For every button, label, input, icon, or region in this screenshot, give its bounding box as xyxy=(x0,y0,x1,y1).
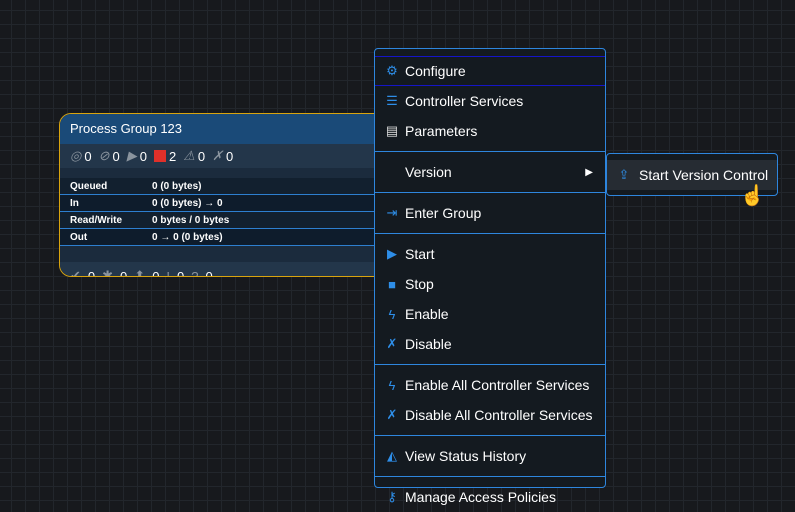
sign-in-icon: ⇥ xyxy=(386,205,398,220)
table-row: Queued 0 (0 bytes) xyxy=(60,178,398,195)
menu-item-access-policies[interactable]: ⚷ Manage Access Policies xyxy=(375,482,605,512)
menu-item-configure[interactable]: ⚙ Configure xyxy=(375,56,605,86)
menu-label: Version xyxy=(405,164,452,180)
row-value: 0 bytes / 0 bytes xyxy=(152,214,230,226)
menu-label: Controller Services xyxy=(405,93,524,109)
row-value: 0 (0 bytes) → 0 xyxy=(152,197,223,209)
menu-item-enable-all-cs[interactable]: ϟ Enable All Controller Services xyxy=(375,370,605,400)
stat-value: 0 xyxy=(84,148,92,164)
version-status-bar: ✔ 0 ✱ 0 ⬆ 0 ! 0 ? 0 xyxy=(60,262,398,277)
context-menu: ⚙ Configure ☰ Controller Services ▤ Paramet… xyxy=(374,48,606,505)
table-row: Out 0 → 0 (0 bytes) xyxy=(60,229,398,246)
menu-label: Parameters xyxy=(405,123,478,139)
stat-value: 0 xyxy=(225,148,234,164)
stat-value: 0 xyxy=(152,268,160,277)
row-value: 0 → 0 (0 bytes) xyxy=(152,231,223,243)
stop-icon: ■ xyxy=(388,276,396,292)
menu-label: Stop xyxy=(405,276,434,292)
menu-label: Configure xyxy=(405,63,466,79)
up-to-date-icon: ✔ xyxy=(70,268,81,277)
caret-right-icon: ▶ xyxy=(585,166,593,178)
list-icon: ☰ xyxy=(386,93,398,108)
menu-label: Enter Group xyxy=(405,205,482,221)
transmitting-icon: ◎ xyxy=(70,148,82,163)
stat-value: 0 xyxy=(197,148,206,164)
menu-item-controller-services[interactable]: ☰ Controller Services xyxy=(375,86,605,116)
unknown-icon: ? xyxy=(191,268,199,277)
process-group-title: Process Group 123 xyxy=(60,114,398,144)
flash-icon: ϟ xyxy=(388,306,396,322)
area-chart-icon: ◭ xyxy=(387,448,397,463)
disabled-icon: ✗ xyxy=(386,407,398,422)
menu-label: Start xyxy=(405,246,435,262)
stat-value: 0 xyxy=(120,268,128,277)
invalid-icon: ⚠ xyxy=(183,148,195,163)
menu-item-disable-all-cs[interactable]: ✗ Disable All Controller Services xyxy=(375,400,605,430)
not-transmitting-icon: ⊘ xyxy=(98,148,110,163)
menu-label: Enable xyxy=(405,306,449,322)
table-row: Read/Write 0 bytes / 0 bytes xyxy=(60,212,398,229)
disabled-icon: ✗ xyxy=(386,336,398,351)
locally-modified-icon: ✱ xyxy=(102,268,114,277)
menu-label: Manage Access Policies xyxy=(405,489,556,505)
sync-failure-icon: ! xyxy=(166,268,171,277)
stale-icon: ⬆ xyxy=(134,268,146,277)
running-icon: ▶ xyxy=(126,148,137,163)
stat-value: 0 xyxy=(139,148,147,164)
stat-value: 0 xyxy=(205,268,213,277)
stat-value: 0 xyxy=(177,268,185,277)
row-label: In xyxy=(70,197,79,209)
table-icon: ▤ xyxy=(385,123,399,138)
menu-label: Enable All Controller Services xyxy=(405,377,590,393)
menu-item-enter-group[interactable]: ⇥ Enter Group xyxy=(375,198,605,228)
menu-item-version[interactable]: Version ▶ xyxy=(375,157,605,187)
menu-item-parameters[interactable]: ▤ Parameters xyxy=(375,116,605,146)
stopped-icon xyxy=(153,150,166,162)
stats-table: Queued 0 (0 bytes) In 0 (0 bytes) → 0 Read… xyxy=(60,178,398,246)
menu-item-start[interactable]: ▶ Start xyxy=(375,239,605,269)
row-label: Read/Write xyxy=(70,214,123,226)
menu-item-enable[interactable]: ϟ Enable xyxy=(375,299,605,329)
stat-value: 2 xyxy=(168,148,177,164)
upload-icon: ⇪ xyxy=(618,167,630,182)
menu-label: Disable All Controller Services xyxy=(405,407,593,423)
menu-label: Start Version Control xyxy=(639,167,769,183)
menu-label: Disable xyxy=(405,336,452,352)
status-bar: ◎ 0 ⊘ 0 ▶ 0 2 ⚠ 0 ✗ 0 xyxy=(60,144,398,168)
disabled-icon: ✗ xyxy=(212,148,223,163)
hand-cursor-icon: ☝ xyxy=(740,185,765,207)
menu-item-stop[interactable]: ■ Stop xyxy=(375,269,605,299)
row-value: 0 (0 bytes) xyxy=(152,180,202,192)
stat-value: 0 xyxy=(87,268,96,277)
play-icon: ▶ xyxy=(387,246,397,261)
menu-label: View Status History xyxy=(405,448,527,464)
flash-icon: ϟ xyxy=(388,377,396,393)
process-group-node[interactable]: Process Group 123 ◎ 0 ⊘ 0 ▶ 0 2 ⚠ 0 ✗ 0 Queue… xyxy=(59,113,399,277)
menu-item-status-history[interactable]: ◭ View Status History xyxy=(375,441,605,471)
stat-value: 0 xyxy=(112,148,120,164)
key-icon: ⚷ xyxy=(387,489,397,504)
menu-item-disable[interactable]: ✗ Disable xyxy=(375,329,605,359)
row-label: Out xyxy=(70,231,88,243)
gear-icon: ⚙ xyxy=(386,63,398,78)
row-label: Queued xyxy=(70,180,108,192)
table-row: In 0 (0 bytes) → 0 xyxy=(60,195,398,212)
